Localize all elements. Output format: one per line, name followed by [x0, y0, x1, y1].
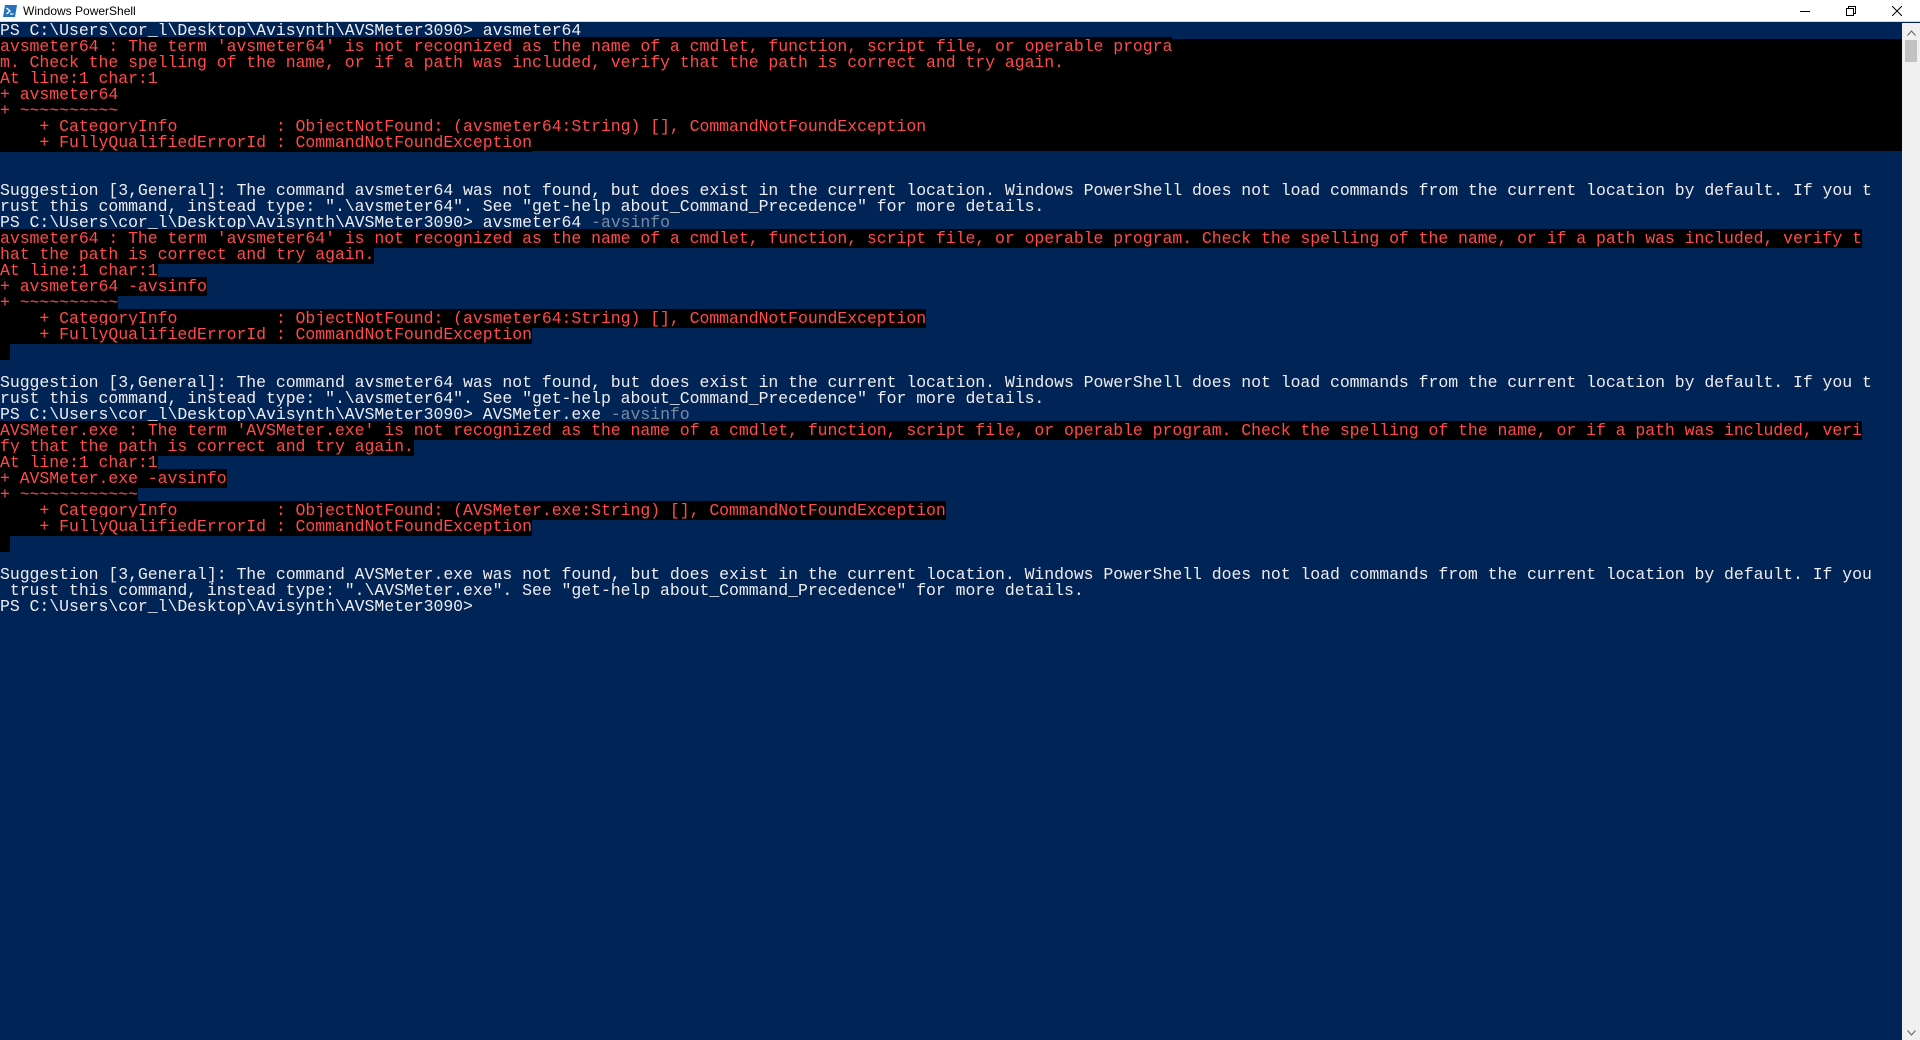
close-button[interactable] — [1874, 0, 1920, 22]
restore-button[interactable] — [1828, 0, 1874, 22]
prompt-line: PS C:\Users\cor_l\Desktop\Avisynth\AVSMe… — [0, 597, 1902, 616]
restore-icon — [1846, 5, 1856, 16]
chevron-down-icon — [1906, 1023, 1916, 1040]
error-line: + FullyQualifiedErrorId : CommandNotFoun… — [0, 325, 1902, 344]
error-text — [0, 341, 10, 360]
powershell-window: Windows PowerShell PS C:\Users\cor_l\Des… — [0, 0, 1920, 1040]
error-line: + FullyQualifiedErrorId : CommandNotFoun… — [0, 133, 1902, 152]
powershell-icon — [3, 4, 17, 18]
prompt-path: PS C:\Users\cor_l\Desktop\Avisynth\AVSMe… — [0, 597, 483, 616]
error-line: hat the path is correct and try again. — [0, 245, 1902, 264]
error-line — [0, 533, 1902, 552]
close-icon — [1892, 5, 1902, 16]
minimize-icon — [1800, 6, 1810, 16]
minimize-button[interactable] — [1782, 0, 1828, 22]
error-line: + avsmeter64 -avsinfo — [0, 277, 1902, 296]
error-line — [0, 341, 1902, 360]
error-line: + avsmeter64 — [0, 85, 1902, 104]
console-text[interactable]: PS C:\Users\cor_l\Desktop\Avisynth\AVSMe… — [0, 23, 1902, 615]
scroll-down-button[interactable] — [1902, 1023, 1920, 1040]
scroll-up-button[interactable] — [1902, 23, 1920, 40]
error-text: m. Check the spelling of the name, or if… — [0, 53, 1064, 72]
error-line: At line:1 char:1 — [0, 261, 1902, 280]
error-text: + FullyQualifiedErrorId : CommandNotFoun… — [0, 517, 532, 536]
error-line: + FullyQualifiedErrorId : CommandNotFoun… — [0, 517, 1902, 536]
title-bar[interactable]: Windows PowerShell — [0, 0, 1920, 22]
window-title: Windows PowerShell — [23, 3, 136, 18]
console-output[interactable]: PS C:\Users\cor_l\Desktop\Avisynth\AVSMe… — [0, 23, 1902, 1040]
error-text: + FullyQualifiedErrorId : CommandNotFoun… — [0, 133, 532, 152]
error-line: At line:1 char:1 — [0, 69, 1902, 88]
error-line: + AVSMeter.exe -avsinfo — [0, 469, 1902, 488]
vertical-scrollbar[interactable] — [1902, 23, 1920, 1040]
error-text — [0, 533, 10, 552]
error-line: m. Check the spelling of the name, or if… — [0, 53, 1902, 72]
error-text: + FullyQualifiedErrorId : CommandNotFoun… — [0, 325, 532, 344]
error-line: fy that the path is correct and try agai… — [0, 437, 1902, 456]
scroll-thumb[interactable] — [1905, 40, 1917, 62]
chevron-up-icon — [1906, 23, 1916, 41]
error-line: At line:1 char:1 — [0, 453, 1902, 472]
